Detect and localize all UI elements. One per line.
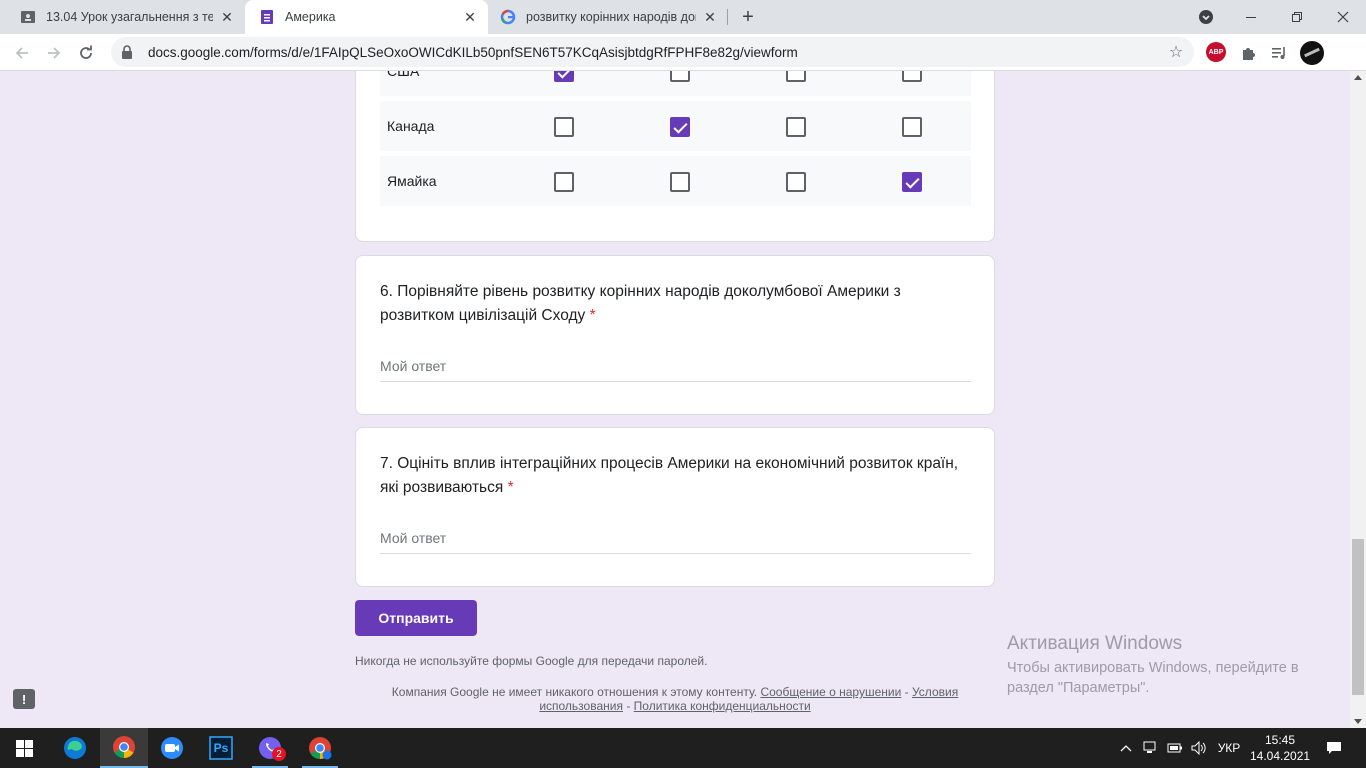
tab-strip: 13.04 Урок узагальнення з теми ✕ Америка… [0, 0, 1366, 34]
address-bar[interactable]: docs.google.com/forms/d/e/1FAIpQLSeOxoOW… [111, 37, 1194, 67]
grid-row-label: Ямайка [387, 173, 437, 189]
footer-disclaimer: Компания Google не имеет никакого отноше… [391, 685, 758, 699]
close-window-icon[interactable] [1320, 0, 1366, 34]
edge-icon[interactable] [51, 728, 99, 768]
notifications-icon[interactable] [1320, 728, 1348, 768]
form-footer: Компания Google не имеет никакого отноше… [355, 685, 995, 713]
media-control-icon[interactable] [1266, 40, 1292, 66]
volume-icon[interactable] [1188, 728, 1210, 768]
grid-checkbox[interactable] [554, 117, 574, 137]
photoshop-icon[interactable]: Ps [197, 728, 245, 768]
battery-icon[interactable] [1164, 728, 1186, 768]
grid-checkbox[interactable] [786, 71, 806, 82]
question-card-7: 7. Оцініть вплив інтеграційних процесів … [355, 427, 995, 587]
scroll-down-icon[interactable] [1354, 719, 1362, 724]
restore-icon[interactable] [1274, 0, 1320, 34]
viber-badge: 2 [272, 747, 286, 761]
watermark-title: Активация Windows [1007, 633, 1183, 654]
windows-taskbar: Ps 2 УКР 15:45 14.04.2021 [0, 728, 1366, 768]
footer-separator: - [904, 685, 909, 699]
tray-chevron-up-icon[interactable] [1116, 728, 1136, 768]
back-icon[interactable] [9, 40, 35, 66]
grid-row-label: Канада [387, 118, 435, 134]
required-mark: * [507, 479, 514, 496]
question-text: 7. Оцініть вплив інтеграційних процесів … [380, 455, 959, 496]
question-card-6: 6. Порівняйте рівень розвитку корінних н… [355, 255, 995, 415]
windows-start-icon[interactable] [0, 728, 48, 768]
lock-icon[interactable] [121, 45, 135, 59]
profile-avatar[interactable] [1300, 41, 1324, 65]
tab-classroom[interactable]: 13.04 Урок узагальнення з теми ✕ [0, 0, 245, 34]
feedback-icon[interactable]: ! [13, 689, 35, 709]
page-viewport: США Канада Ямайка 6. Порівняйте рівень р… [0, 71, 1350, 728]
clock-date: 14.04.2021 [1250, 749, 1311, 763]
watermark-text: Чтобы активировать Windows, перейдите в … [1007, 660, 1299, 696]
grid-checkbox[interactable] [554, 71, 574, 82]
grid-checkbox[interactable] [902, 172, 922, 192]
grid-checkbox[interactable] [902, 71, 922, 82]
answer-input[interactable]: Мой ответ [380, 524, 971, 554]
clock-time: 15:45 [1264, 733, 1296, 747]
footer-separator: - [626, 699, 631, 713]
grid-question-card: США Канада Ямайка [355, 71, 995, 242]
grid-checkbox[interactable] [786, 117, 806, 137]
windows-activation-watermark: Активация Windows Чтобы активировать Win… [1007, 633, 1327, 698]
forward-icon[interactable] [41, 40, 67, 66]
grid-row: Канада [380, 101, 971, 151]
submit-button[interactable]: Отправить [355, 600, 477, 636]
scrollbar-thumb[interactable] [1352, 539, 1364, 695]
required-mark: * [589, 307, 596, 324]
tab-title: розвитку корінних народів докол [526, 10, 696, 24]
classroom-icon [20, 9, 36, 25]
tab-separator [727, 9, 728, 25]
grid-row: США [380, 71, 971, 96]
viber-icon[interactable]: 2 [246, 728, 294, 768]
browser-toolbar: docs.google.com/forms/d/e/1FAIpQLSeOxoOW… [0, 34, 1366, 71]
grid-checkbox[interactable] [670, 71, 690, 82]
report-abuse-link[interactable]: Сообщение о нарушении [760, 685, 901, 699]
reload-icon[interactable] [73, 40, 99, 66]
adblock-extension-icon[interactable]: ABP [1206, 42, 1226, 62]
bookmark-star-icon[interactable]: ☆ [1166, 42, 1186, 62]
chrome-profile-icon[interactable] [296, 728, 344, 768]
question-title: 6. Порівняйте рівень розвитку корінних н… [380, 280, 972, 328]
extensions-puzzle-icon[interactable] [1235, 40, 1261, 66]
google-forms-icon [259, 9, 275, 25]
zoom-icon[interactable] [148, 728, 196, 768]
new-tab-button[interactable]: + [736, 5, 760, 29]
scroll-up-icon[interactable] [1354, 75, 1362, 80]
grid-checkbox[interactable] [902, 117, 922, 137]
grid-checkbox[interactable] [786, 172, 806, 192]
grid-row: Ямайка [380, 156, 971, 206]
system-clock[interactable]: 15:45 14.04.2021 [1250, 732, 1310, 764]
question-title: 7. Оцініть вплив інтеграційних процесів … [380, 452, 972, 500]
close-tab-icon[interactable]: ✕ [462, 9, 478, 25]
page-scrollbar[interactable] [1350, 71, 1366, 728]
minimize-icon[interactable] [1228, 0, 1274, 34]
grid-checkbox[interactable] [554, 172, 574, 192]
network-icon[interactable] [1140, 728, 1162, 768]
tab-title: 13.04 Урок узагальнення з теми [46, 10, 213, 24]
url-text[interactable]: docs.google.com/forms/d/e/1FAIpQLSeOxoOW… [148, 45, 1166, 60]
tab-america[interactable]: Америка ✕ [245, 0, 488, 34]
close-tab-icon[interactable]: ✕ [219, 9, 235, 25]
google-icon [500, 9, 516, 25]
grid-checkbox[interactable] [670, 117, 690, 137]
tab-google-search[interactable]: розвитку корінних народів докол ✕ [488, 0, 728, 34]
close-tab-icon[interactable]: ✕ [702, 9, 718, 25]
chrome-icon[interactable] [100, 728, 148, 768]
answer-input[interactable]: Мой ответ [380, 352, 971, 382]
tab-title: Америка [285, 10, 336, 24]
photoshop-label: Ps [213, 741, 229, 755]
question-text: 6. Порівняйте рівень розвитку корінних н… [380, 283, 901, 324]
grid-checkbox[interactable] [670, 172, 690, 192]
privacy-link[interactable]: Политика конфиденциальности [634, 699, 811, 713]
password-warning: Никогда не используйте формы Google для … [355, 654, 708, 668]
language-indicator[interactable]: УКР [1212, 728, 1246, 768]
grid-row-label: США [387, 71, 420, 79]
tab-search-icon[interactable] [1196, 7, 1216, 27]
